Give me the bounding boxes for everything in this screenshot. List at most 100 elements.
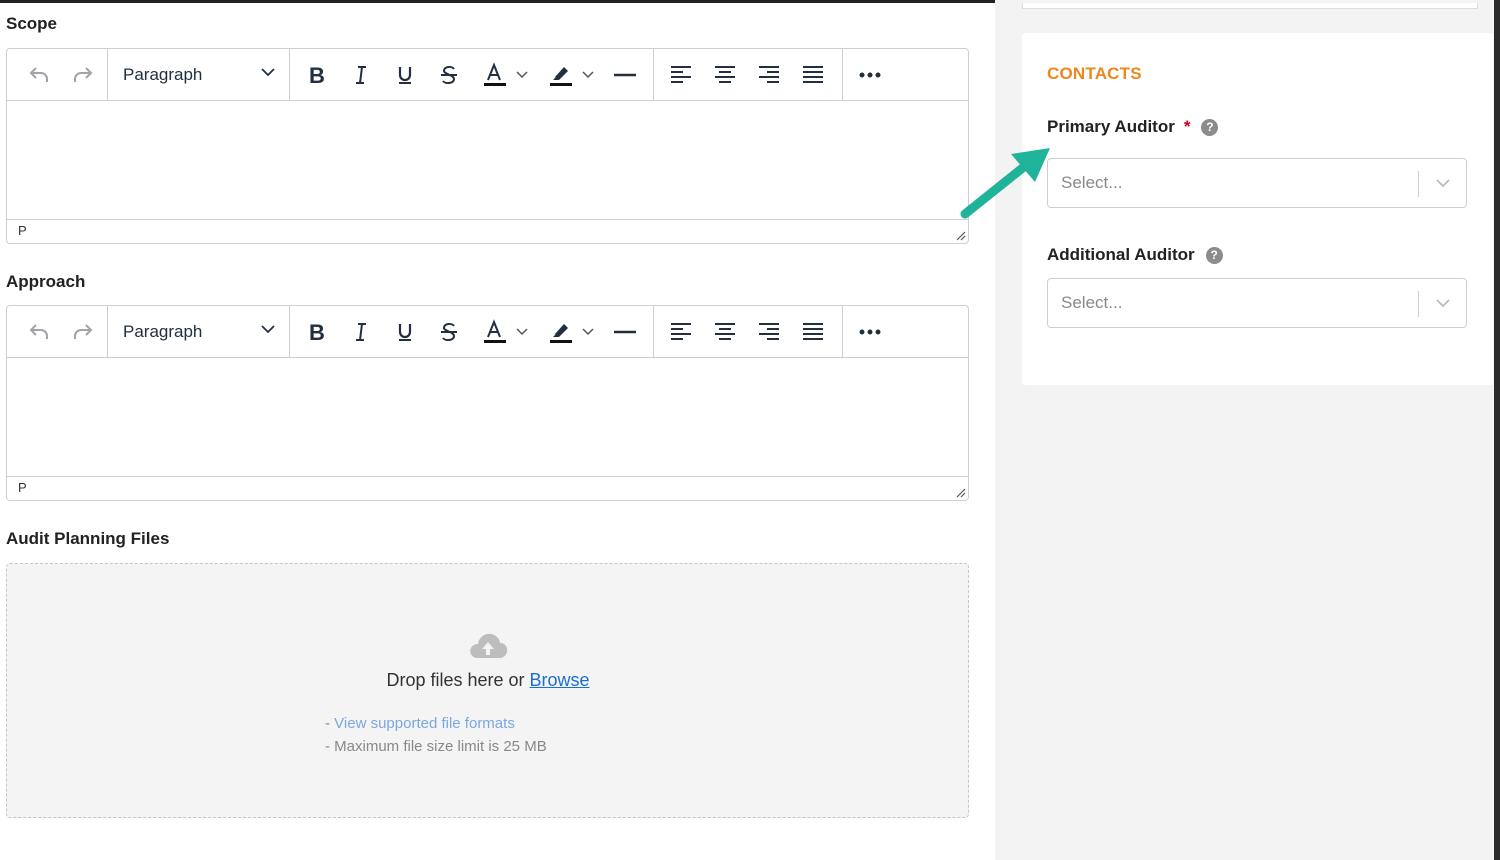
underline-button[interactable]: [387, 49, 423, 100]
underline-button[interactable]: [387, 306, 423, 357]
file-dropzone[interactable]: Drop files here or Browse - View support…: [6, 563, 969, 818]
approach-toolbar: Paragraph B: [7, 306, 968, 358]
chevron-down-icon: [516, 70, 528, 78]
italic-icon: [356, 65, 366, 84]
drop-instructions: Drop files here or Browse: [386, 670, 590, 690]
strikethrough-icon: [441, 322, 457, 341]
max-file-size-hint: - Maximum file size limit is 25 MB: [325, 738, 547, 755]
select-placeholder: Select...: [1061, 173, 1123, 192]
block-format-select[interactable]: Paragraph: [109, 49, 289, 100]
chevron-down-icon: [261, 68, 275, 77]
strikethrough-button[interactable]: [431, 49, 467, 100]
bold-icon: B: [309, 321, 325, 343]
redo-icon: [74, 66, 93, 82]
cloud-upload-icon: [470, 633, 508, 658]
window-edge: [1494, 0, 1500, 860]
text-color-button[interactable]: [475, 49, 535, 100]
more-button[interactable]: [852, 49, 888, 100]
align-right-icon: [759, 322, 779, 340]
required-indicator: *: [1183, 117, 1191, 136]
element-path: P: [18, 223, 27, 238]
annotation-arrow-icon: [960, 148, 1050, 219]
chevron-down-icon: [582, 327, 594, 335]
contacts-card: CONTACTS Primary Auditor * ? Select... A…: [1022, 33, 1493, 385]
justify-icon: [803, 322, 823, 340]
bold-button[interactable]: B: [299, 306, 335, 357]
redo-icon: [74, 323, 93, 339]
align-left-button[interactable]: [663, 306, 699, 357]
italic-button[interactable]: [343, 306, 379, 357]
text-color-icon: [484, 318, 506, 343]
align-center-icon: [715, 65, 735, 83]
underline-icon: [398, 323, 412, 341]
approach-label: Approach: [6, 272, 86, 291]
select-placeholder: Select...: [1061, 293, 1123, 312]
approach-editor[interactable]: Paragraph B P: [6, 305, 969, 501]
redo-button[interactable]: [63, 49, 103, 100]
supported-formats-link[interactable]: View supported file formats: [334, 715, 515, 732]
horizontal-rule-icon: [614, 73, 636, 76]
scope-label: Scope: [6, 14, 58, 33]
undo-button[interactable]: [19, 306, 59, 357]
more-button[interactable]: [852, 306, 888, 357]
undo-icon: [29, 66, 48, 82]
primary-auditor-select[interactable]: Select...: [1047, 158, 1467, 208]
bold-icon: B: [309, 64, 325, 86]
text-color-button[interactable]: [475, 306, 535, 357]
bold-button[interactable]: B: [299, 49, 335, 100]
horizontal-rule-icon: [614, 330, 636, 333]
highlight-icon: [550, 323, 572, 343]
supported-formats-hint: - View supported file formats: [325, 715, 515, 732]
scope-editor[interactable]: Paragraph B P: [6, 48, 969, 244]
justify-button[interactable]: [795, 49, 831, 100]
highlight-button[interactable]: [541, 49, 601, 100]
justify-button[interactable]: [795, 306, 831, 357]
additional-auditor-select[interactable]: Select...: [1047, 278, 1467, 328]
align-left-icon: [671, 65, 691, 83]
chevron-down-icon: [261, 325, 275, 334]
horizontal-rule-button[interactable]: [607, 49, 643, 100]
svg-text:B: B: [309, 64, 325, 86]
align-center-icon: [715, 322, 735, 340]
strikethrough-icon: [441, 65, 457, 84]
underline-icon: [398, 66, 412, 84]
chevron-down-icon: [516, 327, 528, 335]
highlight-button[interactable]: [541, 306, 601, 357]
align-left-button[interactable]: [663, 49, 699, 100]
help-icon[interactable]: ?: [1205, 246, 1223, 264]
block-format-select[interactable]: Paragraph: [109, 306, 289, 357]
scope-toolbar: Paragraph B: [7, 49, 968, 101]
strikethrough-button[interactable]: [431, 306, 467, 357]
italic-icon: [356, 322, 366, 341]
undo-button[interactable]: [19, 49, 59, 100]
additional-auditor-label: Additional Auditor ?: [1047, 245, 1223, 265]
align-left-icon: [671, 322, 691, 340]
primary-auditor-label: Primary Auditor * ?: [1047, 117, 1219, 137]
chevron-down-icon[interactable]: [1435, 178, 1451, 188]
align-center-button[interactable]: [707, 49, 743, 100]
chevron-down-icon[interactable]: [1435, 298, 1451, 308]
resize-handle-icon[interactable]: [956, 231, 966, 241]
undo-icon: [29, 323, 48, 339]
browse-link[interactable]: Browse: [530, 670, 590, 690]
svg-text:B: B: [309, 321, 325, 343]
chevron-down-icon: [582, 70, 594, 78]
align-center-button[interactable]: [707, 306, 743, 357]
audit-planning-files-label: Audit Planning Files: [6, 529, 170, 548]
horizontal-rule-button[interactable]: [607, 306, 643, 357]
more-icon: [859, 72, 881, 77]
align-right-icon: [759, 65, 779, 83]
align-right-button[interactable]: [751, 49, 787, 100]
text-color-icon: [484, 61, 506, 86]
highlight-icon: [550, 66, 572, 86]
contacts-title: CONTACTS: [1047, 64, 1142, 83]
help-icon[interactable]: ?: [1201, 118, 1219, 136]
redo-button[interactable]: [63, 306, 103, 357]
scope-statusbar: P: [7, 219, 968, 243]
side-panel-top-card: [1022, 3, 1478, 9]
align-right-button[interactable]: [751, 306, 787, 357]
more-icon: [859, 329, 881, 334]
italic-button[interactable]: [343, 49, 379, 100]
justify-icon: [803, 65, 823, 83]
resize-handle-icon[interactable]: [956, 488, 966, 498]
